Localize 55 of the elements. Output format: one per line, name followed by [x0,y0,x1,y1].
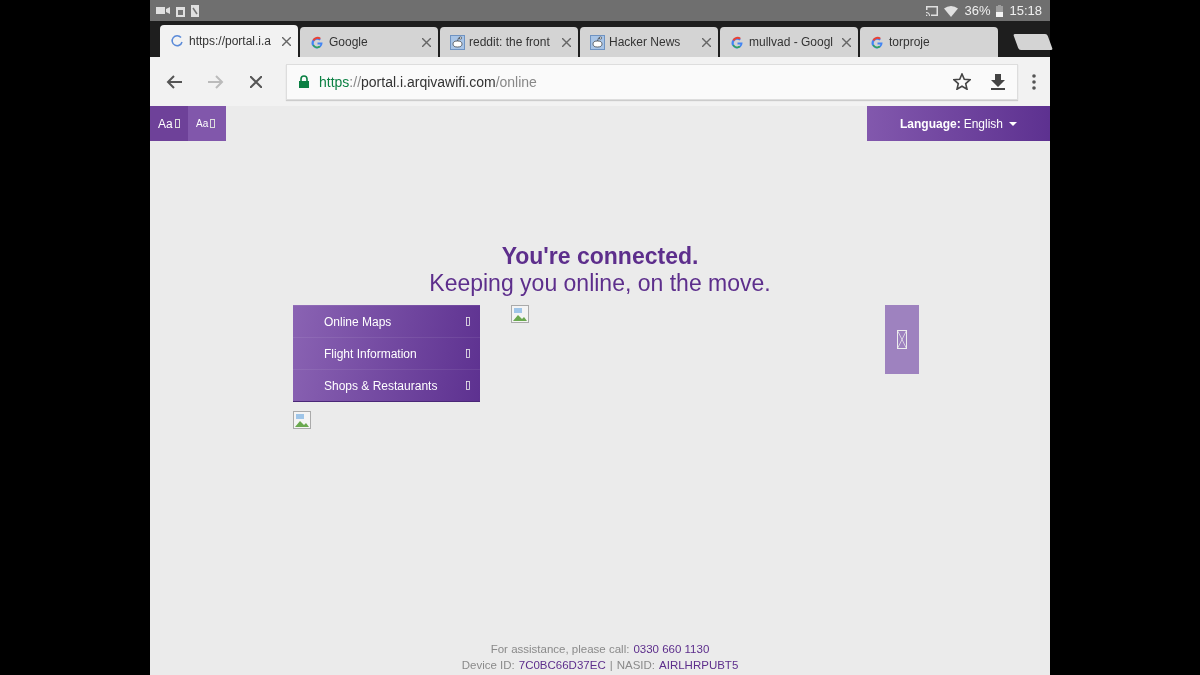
missing-glyph-icon [466,317,470,326]
close-icon[interactable] [422,37,431,47]
missing-glyph-icon [466,349,470,358]
subheadline: Keeping you online, on the move. [428,269,772,297]
missing-glyph-icon [897,330,907,349]
loading-spinner-icon [170,33,185,49]
phone-number: 0330 660 1130 [633,642,710,657]
close-icon[interactable] [562,37,571,47]
device-id-label: Device ID: [461,658,515,673]
g-logo-icon [730,34,745,50]
menu-item[interactable]: Flight Information [293,337,480,369]
language-selector[interactable]: Language: English [867,106,1050,141]
broken-image-icon [293,411,311,429]
browser-tab[interactable]: https://portal.i.a [160,25,298,57]
back-arrow-icon[interactable] [166,74,182,89]
broken-image-icon [511,305,529,323]
browser-tab[interactable]: mullvad - Googl [720,27,858,57]
video-camera-icon [156,6,170,15]
close-icon[interactable] [282,36,291,46]
new-tab-button[interactable] [1013,34,1053,50]
browser-tab[interactable]: reddit: the front [440,27,578,57]
browser-tab[interactable]: Google [300,27,438,57]
side-tab-button[interactable] [885,305,919,374]
browser-tab[interactable]: torproje [860,27,998,57]
g-logo-icon [310,34,325,50]
menu-item[interactable]: Online Maps [293,305,480,337]
font-size-button[interactable]: Aa [150,106,188,141]
close-icon[interactable] [842,37,851,47]
alien-mascot-icon [450,34,465,50]
battery-percentage: 36% [964,3,991,18]
separator-text: | [609,658,613,673]
more-options-icon[interactable] [1032,73,1036,90]
star-icon[interactable] [953,73,971,90]
browser-tab[interactable]: Hacker News [580,27,718,57]
download-icon[interactable] [991,73,1005,90]
font-size-button[interactable]: Aa [188,106,226,141]
missing-glyph-icon [466,381,470,390]
alien-mascot-icon [590,34,605,50]
clock-time: 15:18 [1009,3,1042,18]
nasid-value: AIRLHRPUBT5 [659,658,739,673]
assistance-label: For assistance, please call: [490,642,630,657]
device-id: 7C0BC66D37EC [518,658,606,673]
cast-icon [926,5,939,16]
address-bar[interactable]: https://portal.i.arqivawifi.com/online [286,63,1018,100]
wifi-icon [944,4,959,17]
nasid-label: NASID: [616,658,656,673]
headline: You're connected. [500,243,700,269]
phone-icon [191,4,199,17]
menu-item[interactable]: Shops & Restaurants [293,369,480,401]
padlock-icon [299,75,309,88]
battery-icon [996,4,1004,17]
close-icon[interactable] [702,37,711,47]
stop-loading-icon[interactable] [250,75,262,88]
g-logo-icon [870,34,885,50]
clipboard-icon [176,4,185,17]
